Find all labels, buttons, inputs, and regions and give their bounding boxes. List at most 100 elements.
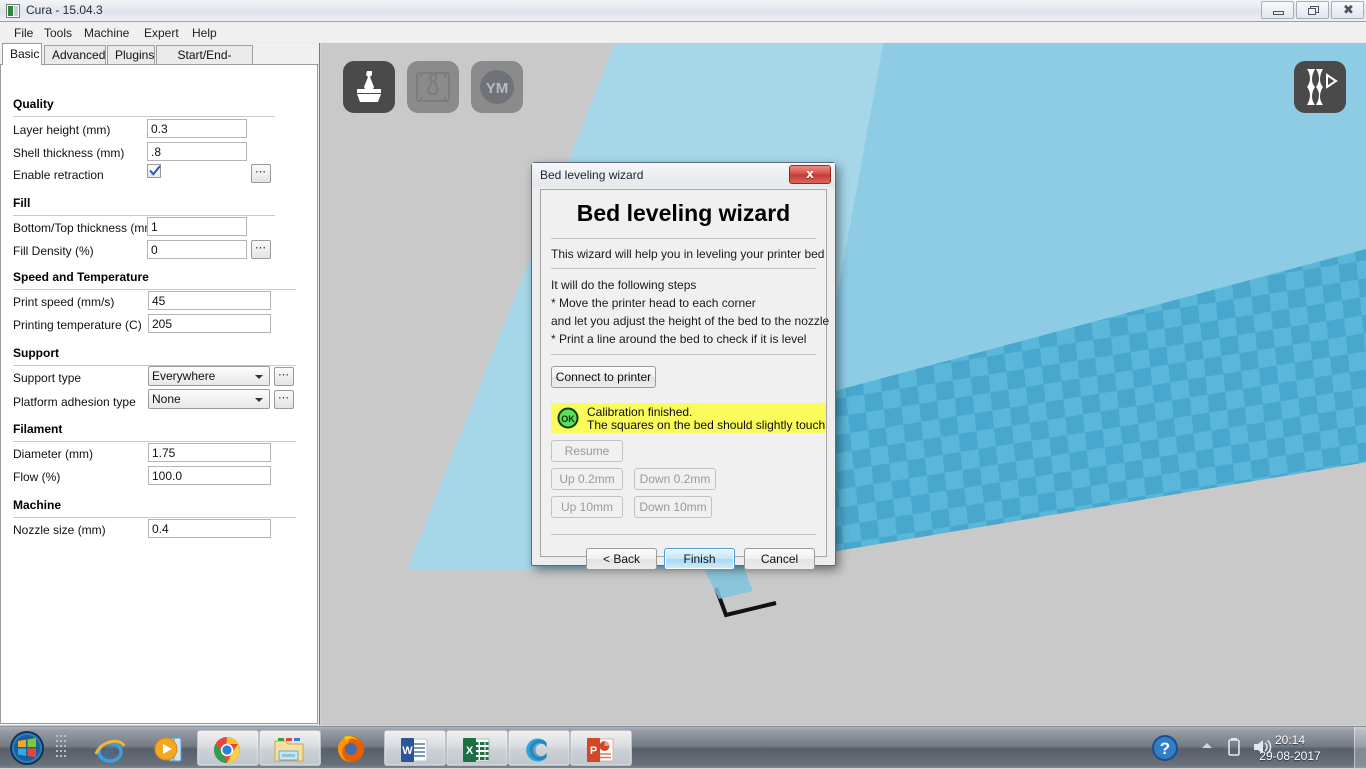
taskbar-clock[interactable]: 20:14 29-08-2017 [1242,732,1338,764]
connect-to-printer-button[interactable]: Connect to printer [551,366,656,388]
label-fill-density: Fill Density (%) [13,244,94,258]
menu-help[interactable]: Help [186,25,223,41]
down-02mm-button[interactable]: Down 0.2mm [634,468,716,490]
group-title-quality: Quality [13,97,54,111]
close-icon: ✖ [1343,3,1354,18]
label-layer-height: Layer height (mm) [13,123,111,137]
view-orientation-icon [1307,69,1338,105]
share-youmagine-button[interactable]: YM [471,61,523,113]
restore-icon [1308,6,1319,16]
clock-date: 29-08-2017 [1259,749,1321,763]
footer-rule [551,534,816,535]
start-button[interactable] [4,729,50,767]
taskbar-item-google-chrome[interactable] [197,730,259,766]
up-10mm-button[interactable]: Up 10mm [551,496,623,518]
taskbar-item-microsoft-excel[interactable]: X [446,730,508,766]
up-02mm-button[interactable]: Up 0.2mm [551,468,623,490]
group-title-filament: Filament [13,422,63,436]
svg-text:?: ? [1160,739,1170,758]
input-nozzle-size[interactable]: 0.4 [148,519,271,538]
help-tray-icon[interactable]: ? [1150,733,1180,763]
finish-button[interactable]: Finish [664,548,735,570]
youmagine-icon: YM [480,70,514,104]
window-titlebar: Cura - 15.04.3 ✖ [0,0,1366,22]
view-orientation-button[interactable] [1294,61,1346,113]
input-flow[interactable]: 100.0 [148,466,271,485]
label-nozzle-size: Nozzle size (mm) [13,523,106,537]
taskbar-item-microsoft-powerpoint[interactable]: P [570,730,632,766]
chevron-down-icon [255,375,263,379]
taskbar-item-media-player[interactable] [140,730,202,766]
internet-explorer-icon: e [94,739,126,763]
down-10mm-button[interactable]: Down 10mm [634,496,712,518]
calibration-status-box: OK Calibration finished. The squares on … [551,403,826,433]
3d-viewport[interactable]: YM [321,43,1366,725]
label-enable-retraction: Enable retraction [13,168,104,182]
restore-button[interactable] [1296,1,1329,19]
svg-text:OK: OK [561,414,575,424]
settings-panel: Basic Advanced Plugins Start/End-GCode Q… [0,43,320,725]
input-layer-height[interactable]: 0.3 [147,119,247,138]
svg-text:e: e [104,739,113,763]
windows-taskbar: e W X P ? 20:14 29-08-2017 [0,726,1366,769]
tab-plugins[interactable]: Plugins [107,45,155,64]
load-model-button[interactable] [343,61,395,113]
input-printing-temperature[interactable]: 205 [148,314,271,333]
tab-basic[interactable]: Basic [2,43,42,65]
label-print-speed: Print speed (mm/s) [13,295,115,309]
minimize-button[interactable] [1261,1,1294,19]
taskbar-item-cura[interactable] [508,730,570,766]
tab-start-end-gcode[interactable]: Start/End-GCode [156,45,253,80]
dialog-close-icon: x [806,167,814,181]
system-tray: ? 20:14 29-08-2017 [1140,727,1366,769]
checkbox-enable-retraction[interactable] [147,164,161,178]
input-shell-thickness[interactable]: .8 [147,142,247,161]
group-title-machine: Machine [13,498,62,512]
google-chrome-icon [214,737,240,763]
more-button-retraction[interactable]: ⋯ [251,164,271,183]
input-bottom-top-thickness[interactable]: 1 [147,217,247,236]
wizard-step-1: * Move the printer head to each corner [551,296,756,310]
taskbar-item-microsoft-word[interactable]: W [384,730,446,766]
save-toolpath-button[interactable] [407,61,459,113]
resume-button[interactable]: Resume [551,440,623,462]
label-shell-thickness: Shell thickness (mm) [13,146,125,160]
intro-rule [551,268,816,269]
label-printing-temperature: Printing temperature (C) [13,318,142,332]
group-title-support: Support [13,346,59,360]
label-platform-adhesion-type: Platform adhesion type [13,395,136,409]
label-flow: Flow (%) [13,470,61,484]
build-volume-render [321,43,1366,725]
tab-advanced[interactable]: Advanced [44,45,106,64]
show-desktop-button[interactable] [1354,727,1366,769]
menu-tools[interactable]: Tools [38,25,78,41]
heading-rule [551,238,816,239]
dialog-titlebar: Bed leveling wizard x [532,163,835,187]
more-button-fill-density[interactable]: ⋯ [251,240,271,259]
battery-tray-icon[interactable] [1226,737,1242,757]
show-hidden-icons-button[interactable] [1200,741,1214,751]
taskbar-grip-handle[interactable] [56,735,70,761]
wizard-step-2: * Print a line around the bed to check i… [551,332,807,346]
select-support-type[interactable]: Everywhere [148,366,270,386]
dialog-close-button[interactable]: x [789,165,831,184]
input-diameter[interactable]: 1.75 [148,443,271,462]
input-fill-density[interactable]: 0 [147,240,247,259]
label-support-type: Support type [13,371,82,385]
close-button[interactable]: ✖ [1331,1,1364,19]
taskbar-item-internet-explorer[interactable]: e [80,730,142,766]
input-print-speed[interactable]: 45 [148,291,271,310]
more-button-platform-adhesion[interactable]: ⋯ [274,390,294,409]
ok-status-icon: OK [557,407,579,429]
menu-file[interactable]: File [8,25,39,41]
taskbar-item-file-explorer[interactable] [259,730,321,766]
select-platform-adhesion-type[interactable]: None [148,389,270,409]
taskbar-item-mozilla-firefox[interactable] [322,730,384,766]
more-button-support-type[interactable]: ⋯ [274,367,294,386]
back-button[interactable]: < Back [586,548,657,570]
cancel-button[interactable]: Cancel [744,548,815,570]
menu-machine[interactable]: Machine [78,25,135,41]
steps-rule [551,354,816,355]
menu-expert[interactable]: Expert [138,25,185,41]
chevron-down-icon [255,398,263,402]
